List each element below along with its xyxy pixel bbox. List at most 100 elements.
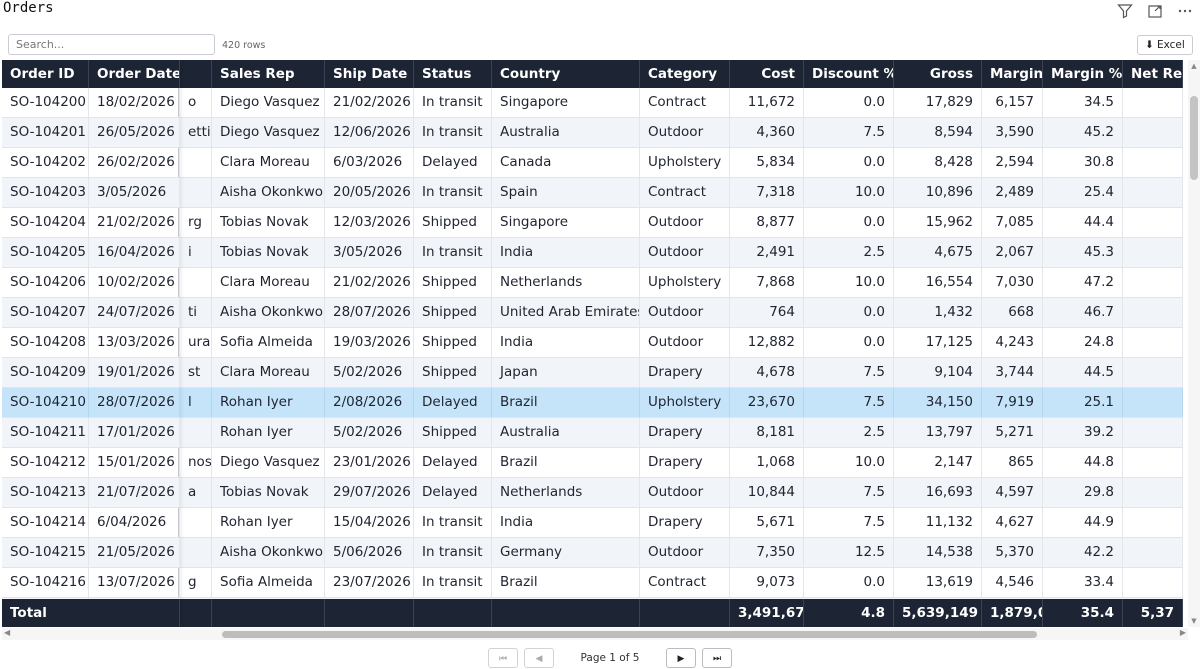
horizontal-scroll-thumb[interactable]	[222, 631, 1037, 638]
column-header-gross[interactable]: Gross	[894, 60, 982, 88]
cell-sales-rep: Sofia Almeida	[212, 568, 325, 597]
scroll-left-icon[interactable]: ◀	[4, 628, 10, 637]
cell-margin-pct: 42.2	[1043, 538, 1123, 567]
frozen-body: SO-104200 18/02/2026 SO-104201 26/05/2026 SO…	[2, 88, 180, 627]
cell-discount-pct: 12.5	[804, 538, 894, 567]
next-page-button[interactable]: ▶	[666, 648, 696, 668]
scroll-down-icon[interactable]: ▼	[1188, 617, 1200, 625]
cell-status: In transit	[414, 118, 492, 147]
cell-cost: 4,360	[730, 118, 804, 147]
cell-order-date: 26/05/2026	[89, 118, 180, 147]
search-input[interactable]	[8, 34, 215, 55]
column-header-discount-pct[interactable]: Discount %	[804, 60, 894, 88]
cell-discount-pct: 2.5	[804, 238, 894, 267]
vertical-scrollbar[interactable]: ▲ ▼	[1188, 60, 1200, 627]
prev-page-button[interactable]: ◀	[524, 648, 554, 668]
cell-net-rev	[1123, 118, 1183, 147]
column-header-customer[interactable]	[180, 60, 212, 88]
table-row[interactable]: SO-104215 21/05/2026	[2, 538, 180, 568]
cell-customer: l	[180, 388, 212, 417]
cell-gross: 16,693	[894, 478, 982, 507]
cell-margin-pct: 25.1	[1043, 388, 1123, 417]
last-page-button[interactable]: ⏭	[702, 648, 732, 668]
table-row[interactable]: SO-104202 26/02/2026	[2, 148, 180, 178]
cell-country: Brazil	[492, 448, 640, 477]
column-header-margin-pct[interactable]: Margin %	[1043, 60, 1123, 88]
table-row[interactable]: SO-104207 24/07/2026	[2, 298, 180, 328]
cell-margin: 4,546	[982, 568, 1043, 597]
cell-margin: 2,594	[982, 148, 1043, 177]
table-row[interactable]: SO-104212 15/01/2026	[2, 448, 180, 478]
cell-order-id: SO-104215	[2, 538, 89, 567]
frozen-totals-row: Total	[2, 599, 180, 627]
table-row[interactable]: SO-104214 6/04/2026	[2, 508, 180, 538]
cell-margin: 4,627	[982, 508, 1043, 537]
column-header-ship-date[interactable]: Ship Date	[325, 60, 414, 88]
cell-country: Singapore	[492, 88, 640, 117]
cell-ship-date: 21/02/2026	[325, 268, 414, 297]
cell-customer: i	[180, 238, 212, 267]
table-row[interactable]: SO-104200 18/02/2026	[2, 88, 180, 118]
cell-net-rev	[1123, 388, 1183, 417]
table-row[interactable]: SO-104216 13/07/2026	[2, 568, 180, 598]
cell-order-id: SO-104212	[2, 448, 89, 477]
cell-sales-rep: Clara Moreau	[212, 148, 325, 177]
column-header-order-date[interactable]: Order Date	[89, 60, 180, 88]
total-gross: 5,639,149	[894, 599, 982, 627]
prev-page-icon: ◀	[535, 652, 543, 663]
horizontal-scrollbar[interactable]: ◀ ▶	[2, 628, 1188, 640]
more-options-icon[interactable]	[1176, 2, 1194, 20]
cell-category: Outdoor	[640, 238, 730, 267]
table-row[interactable]: SO-104213 21/07/2026	[2, 478, 180, 508]
table-row[interactable]: SO-104205 16/04/2026	[2, 238, 180, 268]
table-row[interactable]: SO-104208 13/03/2026	[2, 328, 180, 358]
cell-ship-date: 28/07/2026	[325, 298, 414, 327]
scroll-right-icon[interactable]: ▶	[1180, 628, 1186, 637]
cell-sales-rep: Tobias Novak	[212, 478, 325, 507]
cell-discount-pct: 0.0	[804, 88, 894, 117]
cell-category: Outdoor	[640, 328, 730, 357]
cell-margin: 3,744	[982, 358, 1043, 387]
column-header-country[interactable]: Country	[492, 60, 640, 88]
table-row[interactable]: SO-104206 10/02/2026	[2, 268, 180, 298]
scroll-up-icon[interactable]: ▲	[1188, 62, 1200, 70]
cell-country: India	[492, 508, 640, 537]
cell-margin-pct: 30.8	[1043, 148, 1123, 177]
cell-country: Brazil	[492, 568, 640, 597]
column-header-status[interactable]: Status	[414, 60, 492, 88]
column-header-cost[interactable]: Cost	[730, 60, 804, 88]
cell-category: Upholstery	[640, 388, 730, 417]
column-header-order-id[interactable]: Order ID	[2, 60, 89, 88]
table-row[interactable]: SO-104201 26/05/2026	[2, 118, 180, 148]
cell-country: United Arab Emirates	[492, 298, 640, 327]
table-row[interactable]: SO-104209 19/01/2026	[2, 358, 180, 388]
table-row[interactable]: SO-104211 17/01/2026	[2, 418, 180, 448]
cell-category: Upholstery	[640, 268, 730, 297]
cell-customer	[180, 178, 212, 207]
cell-order-date: 15/01/2026	[89, 448, 180, 477]
cell-category: Outdoor	[640, 478, 730, 507]
table-row[interactable]: SO-104203 3/05/2026	[2, 178, 180, 208]
first-page-button[interactable]: ⏮	[488, 648, 518, 668]
column-header-category[interactable]: Category	[640, 60, 730, 88]
cell-order-id: SO-104211	[2, 418, 89, 447]
cell-gross: 14,538	[894, 538, 982, 567]
filter-icon[interactable]	[1116, 2, 1134, 20]
cell-order-id: SO-104213	[2, 478, 89, 507]
table-row[interactable]: SO-104210 28/07/2026	[2, 388, 180, 418]
vertical-scroll-thumb[interactable]	[1190, 96, 1198, 180]
table-row[interactable]: SO-104204 21/02/2026	[2, 208, 180, 238]
cell-margin: 7,919	[982, 388, 1043, 417]
cell-margin-pct: 29.8	[1043, 478, 1123, 507]
cell-order-id: SO-104207	[2, 298, 89, 327]
cell-sales-rep: Diego Vasquez	[212, 448, 325, 477]
column-header-sales-rep[interactable]: Sales Rep	[212, 60, 325, 88]
cell-ship-date: 19/03/2026	[325, 328, 414, 357]
expand-icon[interactable]	[1146, 2, 1164, 20]
column-header-net-rev[interactable]: Net Rev	[1123, 60, 1183, 88]
cell-discount-pct: 7.5	[804, 478, 894, 507]
cell-category: Drapery	[640, 508, 730, 537]
column-header-margin[interactable]: Margin	[982, 60, 1043, 88]
cell-discount-pct: 0.0	[804, 208, 894, 237]
export-excel-button[interactable]: ⬇ Excel	[1137, 35, 1193, 55]
